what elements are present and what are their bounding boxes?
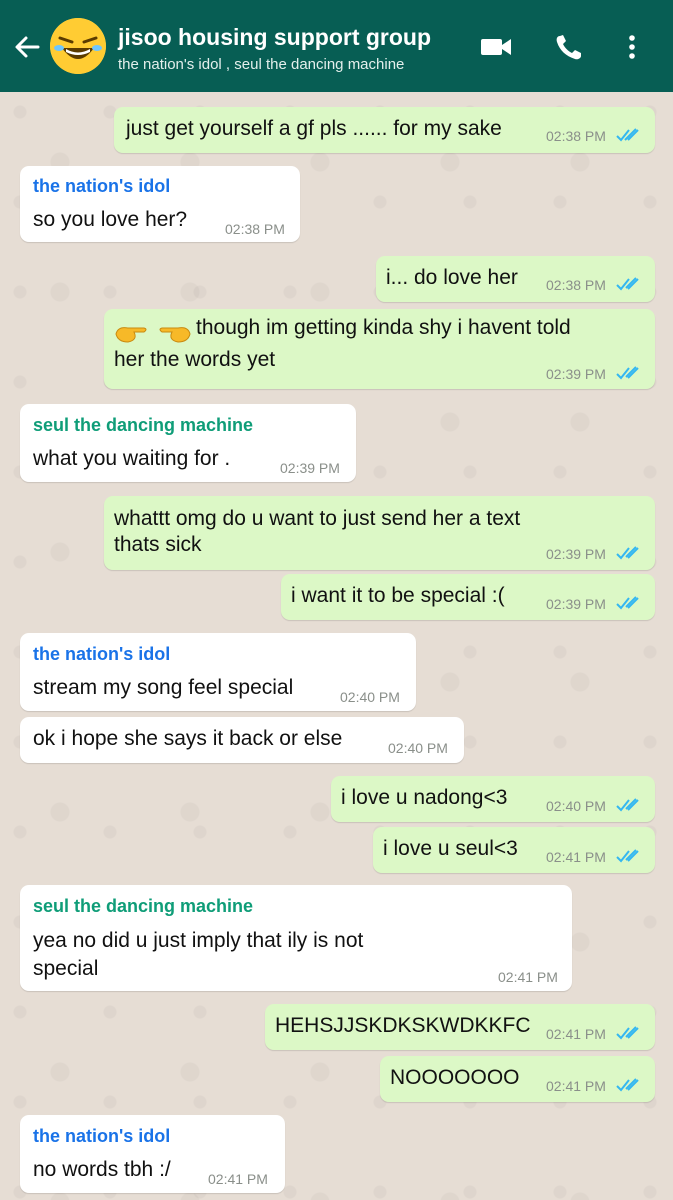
sender-name[interactable]: the nation's idol	[33, 1126, 170, 1147]
message-time: 02:41 PM	[498, 969, 558, 985]
message-bubble-incoming[interactable]: ok i hope she says it back or else 02:40…	[20, 717, 464, 763]
read-ticks-icon	[616, 366, 639, 380]
message-bubble-incoming[interactable]: the nation's idol stream my song feel sp…	[20, 633, 416, 711]
message-time: 02:41 PM	[546, 1078, 606, 1094]
message-time: 02:40 PM	[340, 689, 400, 705]
message-text-line-1: though im getting kinda shy i havent tol…	[196, 316, 571, 339]
message-time: 02:38 PM	[546, 128, 606, 144]
read-ticks-icon	[616, 798, 639, 812]
message-bubble-outgoing[interactable]: i love u nadong<3 02:40 PM	[331, 776, 655, 822]
message-text: so you love her?	[33, 208, 188, 231]
laughing-face-icon	[50, 18, 106, 74]
voice-call-icon[interactable]	[552, 32, 586, 62]
message-list[interactable]: just get yourself a gf pls ...... for my…	[0, 92, 673, 1200]
message-bubble-outgoing[interactable]: NOOOOOOO 02:41 PM	[380, 1056, 655, 1102]
chat-header: jisoo housing support group the nation's…	[0, 0, 673, 92]
chat-participants[interactable]: the nation's idol , seul the dancing mac…	[118, 56, 404, 73]
sender-name[interactable]: the nation's idol	[33, 176, 170, 197]
read-ticks-icon	[616, 849, 639, 863]
message-time: 02:39 PM	[546, 596, 606, 612]
read-ticks-icon	[616, 596, 639, 610]
message-text-line-1: yea no did u just imply that ily is not	[33, 929, 364, 952]
message-text-line-2: thats sick	[114, 533, 202, 556]
message-text: HEHSJJSKDKSKWDKKFC	[275, 1014, 531, 1037]
group-avatar[interactable]	[50, 18, 106, 74]
message-time: 02:38 PM	[225, 221, 285, 237]
message-bubble-incoming[interactable]: the nation's idol so you love her? 02:38…	[20, 166, 300, 242]
message-bubble-outgoing[interactable]: i love u seul<3 02:41 PM	[373, 827, 655, 873]
read-ticks-icon	[616, 1026, 639, 1040]
message-text: i love u nadong<3	[341, 786, 508, 809]
message-text: just get yourself a gf pls ...... for my…	[126, 117, 502, 140]
message-text: NOOOOOOO	[390, 1066, 520, 1089]
video-call-icon[interactable]	[479, 32, 513, 62]
message-time: 02:41 PM	[546, 1026, 606, 1042]
more-options-icon[interactable]	[622, 32, 642, 62]
message-bubble-outgoing[interactable]: HEHSJJSKDKSKWDKKFC 02:41 PM	[265, 1004, 655, 1050]
message-text: no words tbh :/	[33, 1158, 171, 1181]
sender-name[interactable]: seul the dancing machine	[33, 415, 253, 436]
sender-name[interactable]: the nation's idol	[33, 644, 170, 665]
back-arrow-icon[interactable]	[12, 32, 42, 62]
read-ticks-icon	[616, 277, 639, 291]
message-bubble-incoming[interactable]: the nation's idol no words tbh :/ 02:41 …	[20, 1115, 285, 1193]
message-bubble-outgoing[interactable]: i... do love her 02:38 PM	[376, 256, 655, 302]
read-ticks-icon	[616, 546, 639, 560]
message-time: 02:40 PM	[388, 740, 448, 756]
message-bubble-outgoing[interactable]: though im getting kinda shy i havent tol…	[104, 309, 655, 389]
chat-title[interactable]: jisoo housing support group	[118, 24, 431, 51]
message-bubble-incoming[interactable]: seul the dancing machine what you waitin…	[20, 404, 356, 482]
message-text-line-2: her the words yet	[114, 348, 276, 371]
sender-name[interactable]: seul the dancing machine	[33, 896, 253, 917]
message-bubble-outgoing[interactable]: whattt omg do u want to just send her a …	[104, 496, 655, 570]
message-time: 02:40 PM	[546, 798, 606, 814]
pointing-hands-icon	[115, 327, 191, 343]
message-text: i... do love her	[386, 266, 518, 289]
message-text: i love u seul<3	[383, 837, 518, 860]
read-ticks-icon	[616, 128, 639, 142]
read-ticks-icon	[616, 1078, 639, 1092]
message-time: 02:39 PM	[546, 546, 606, 562]
message-time: 02:41 PM	[546, 849, 606, 865]
message-text-line-2: special	[33, 957, 99, 980]
message-text: ok i hope she says it back or else	[33, 727, 343, 750]
message-bubble-outgoing[interactable]: i want it to be special :( 02:39 PM	[281, 574, 655, 620]
message-bubble-outgoing[interactable]: just get yourself a gf pls ...... for my…	[114, 107, 655, 153]
message-time: 02:39 PM	[280, 460, 340, 476]
message-text: i want it to be special :(	[291, 584, 505, 607]
message-time: 02:41 PM	[208, 1171, 268, 1187]
message-text: what you waiting for .	[33, 447, 231, 470]
message-bubble-incoming[interactable]: seul the dancing machine yea no did u ju…	[20, 885, 572, 991]
message-time: 02:39 PM	[546, 366, 606, 382]
message-text: stream my song feel special	[33, 676, 294, 699]
message-time: 02:38 PM	[546, 277, 606, 293]
